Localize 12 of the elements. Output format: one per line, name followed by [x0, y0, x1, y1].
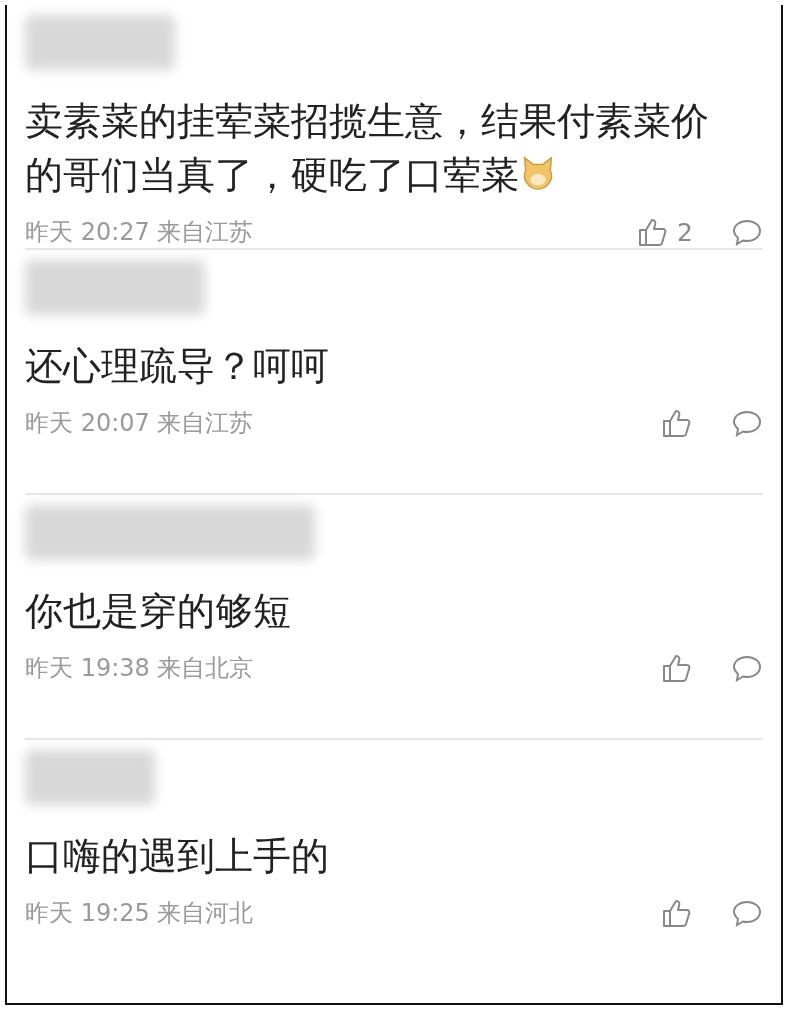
- thumbs-up-icon[interactable]: [661, 407, 693, 439]
- comment-text: 口嗨的遇到上手的: [25, 833, 330, 880]
- comment-text: 卖素菜的挂荤菜招揽生意，结果付素菜价的哥们当真了，硬吃了口荤菜: [25, 98, 710, 199]
- comment-text: 还心理疏导？呵呵: [25, 343, 330, 390]
- thumbs-up-icon[interactable]: [661, 897, 693, 929]
- comment-meta: 昨天 20:27 来自江苏: [25, 217, 255, 248]
- comment-text: 你也是穿的够短: [25, 588, 292, 635]
- thumbs-up-icon[interactable]: [661, 652, 693, 684]
- like-count: 2: [677, 217, 693, 247]
- comment-meta: 昨天 19:25 来自河北: [25, 898, 255, 929]
- comment-meta: 昨天 19:38 来自北京: [25, 653, 255, 684]
- comment-meta: 昨天 20:07 来自江苏: [25, 408, 255, 439]
